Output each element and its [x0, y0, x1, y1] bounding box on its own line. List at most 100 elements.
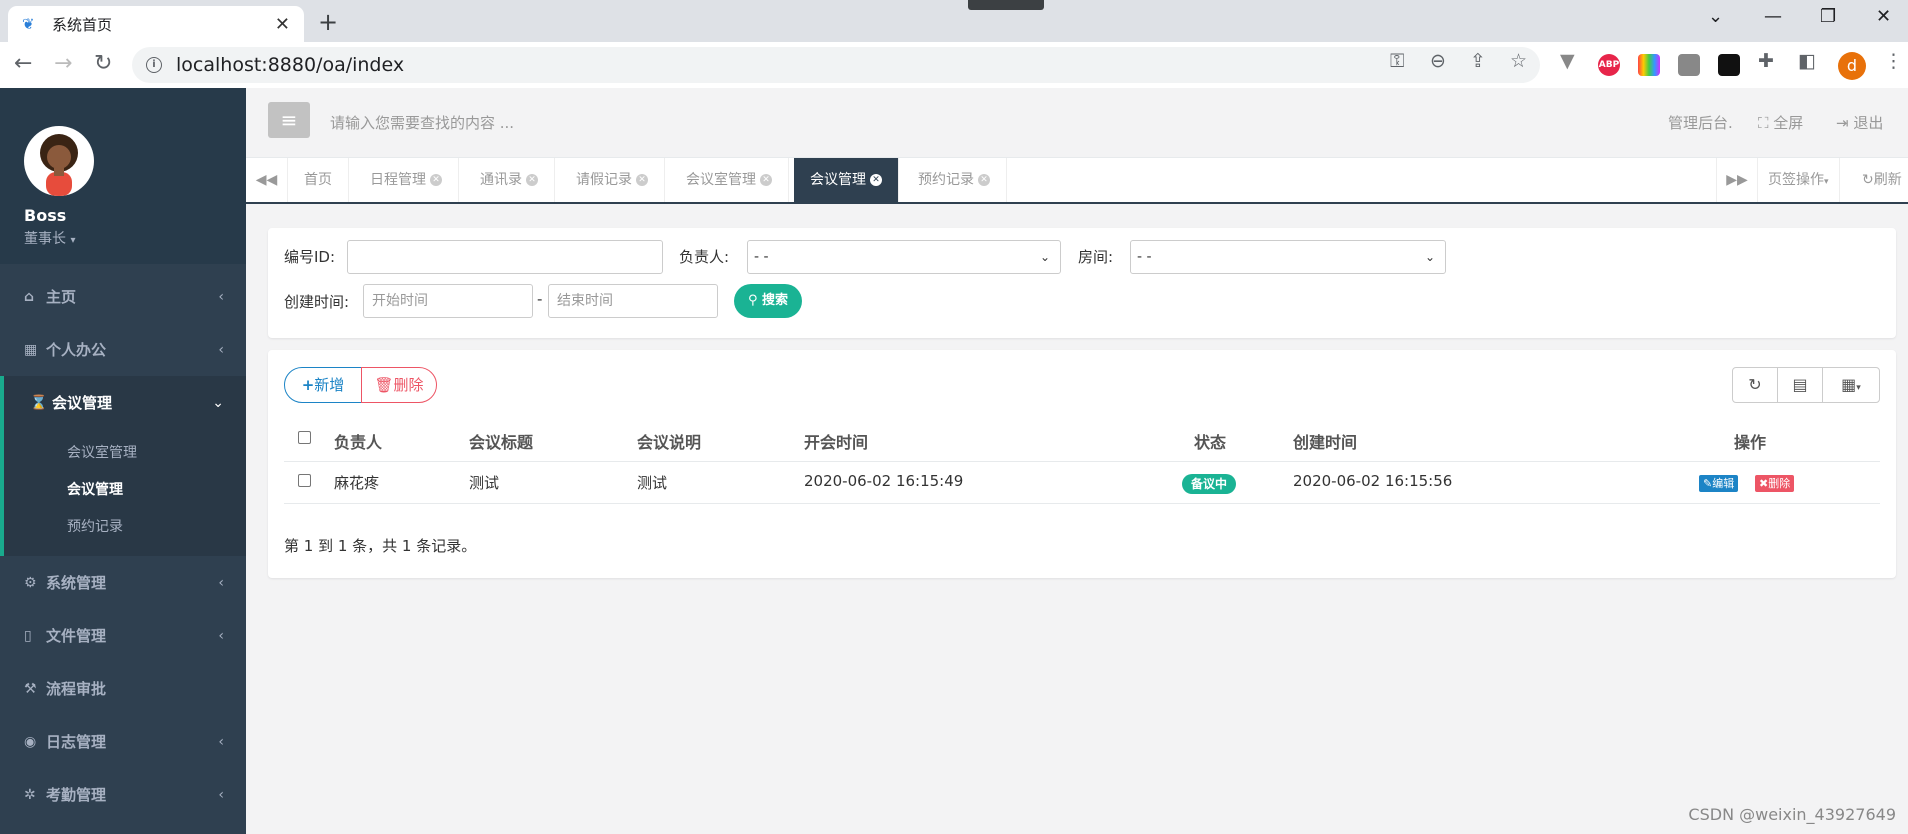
owner-label: 负责人:: [679, 248, 730, 266]
address-bar[interactable]: i localhost:8880/oa/index: [132, 47, 1540, 83]
back-icon[interactable]: ←: [14, 51, 32, 76]
chevron-left-icon: ‹: [218, 786, 224, 803]
tab-booking[interactable]: 预约记录 ✕: [902, 158, 1007, 202]
tab-close-icon[interactable]: ✕: [430, 174, 442, 186]
tab-close-icon[interactable]: ✕: [636, 174, 648, 186]
table-refresh-button[interactable]: ↻: [1732, 367, 1778, 403]
room-select[interactable]: - - ⌄: [1130, 240, 1446, 274]
col-title[interactable]: 会议标题: [469, 429, 533, 453]
sidebar-item-system[interactable]: ⚙ 系统管理 ‹: [0, 556, 246, 609]
tab-refresh-label: 刷新: [1873, 172, 1902, 188]
reload-icon[interactable]: ↻: [94, 51, 112, 76]
global-search-input[interactable]: 请输入您需要查找的内容 ...: [330, 112, 514, 133]
submenu-item-meeting[interactable]: 会议管理: [4, 472, 246, 509]
extension-dark-icon[interactable]: [1718, 54, 1740, 76]
minimize-icon[interactable]: —: [1764, 6, 1782, 27]
sidebar-item-label: 日志管理: [46, 733, 107, 751]
sidebar-item-logs[interactable]: ◉ 日志管理 ‹: [0, 715, 246, 768]
zoom-icon[interactable]: ⊖: [1430, 50, 1446, 72]
col-desc[interactable]: 会议说明: [637, 429, 701, 453]
forward-icon[interactable]: →: [54, 51, 72, 76]
sidebar-item-home[interactable]: ⌂ 主页 ‹: [0, 270, 246, 323]
submenu-item-room[interactable]: 会议室管理: [4, 435, 246, 472]
columns-button[interactable]: ▦▾: [1822, 367, 1880, 403]
col-status[interactable]: 状态: [1194, 429, 1226, 453]
bookmark-star-icon[interactable]: ☆: [1510, 50, 1527, 72]
tab-close-icon[interactable]: ✕: [978, 174, 990, 186]
tab-schedule[interactable]: 日程管理 ✕: [354, 158, 459, 202]
user-role: 董事长: [24, 231, 66, 247]
toggle-view-button[interactable]: ▤: [1777, 367, 1823, 403]
sidebar-item-label: 个人办公: [46, 341, 107, 359]
tab-meeting[interactable]: 会议管理 ✕: [794, 158, 899, 202]
more-menu-icon[interactable]: ⋮: [1884, 50, 1903, 72]
row-checkbox[interactable]: [298, 474, 311, 487]
col-owner[interactable]: 负责人: [334, 429, 382, 453]
select-all-checkbox[interactable]: [298, 431, 311, 444]
home-icon: ⌂: [24, 288, 35, 305]
puzzle-icon[interactable]: ✚: [1758, 50, 1774, 72]
tab-home[interactable]: 首页: [288, 158, 349, 202]
sidebar-item-meeting[interactable]: ⌛ 会议管理 ⌄: [0, 376, 246, 429]
add-button-label: 新增: [314, 376, 345, 394]
user-name: Boss: [24, 206, 67, 225]
tab-close-icon[interactable]: ✕: [526, 174, 538, 186]
header-divider: [284, 461, 1880, 462]
menu-toggle-button[interactable]: ≡: [268, 102, 310, 138]
new-tab-icon[interactable]: +: [318, 8, 338, 36]
tab-contacts[interactable]: 通讯录 ✕: [464, 158, 555, 202]
start-time-input[interactable]: 开始时间: [363, 284, 533, 318]
row-divider: [284, 503, 1880, 504]
sidebar-item-personal[interactable]: ▦ 个人办公 ‹: [0, 323, 246, 376]
sidebar-item-attendance[interactable]: ✲ 考勤管理 ‹: [0, 768, 246, 821]
sidebar-item-approval[interactable]: ⚒ 流程审批: [0, 662, 246, 715]
side-panel-icon[interactable]: ◧: [1798, 50, 1816, 72]
search-button[interactable]: ⚲ 搜索: [734, 284, 802, 318]
col-start[interactable]: 开会时间: [804, 429, 868, 453]
restore-icon[interactable]: ❐: [1820, 6, 1836, 27]
tab-close-icon[interactable]: ✕: [870, 174, 882, 186]
user-role-dropdown[interactable]: 董事长 ▾: [24, 228, 246, 248]
plus-icon: +: [301, 376, 315, 394]
tab-leave[interactable]: 请假记录 ✕: [560, 158, 665, 202]
extension-alert-icon[interactable]: [1678, 54, 1700, 76]
sidebar-item-label: 考勤管理: [46, 786, 107, 804]
admin-link[interactable]: 管理后台.: [1668, 112, 1733, 133]
end-time-input[interactable]: 结束时间: [548, 284, 718, 318]
submenu-item-booking[interactable]: 预约记录: [4, 509, 246, 546]
id-input[interactable]: [347, 240, 663, 274]
avatar[interactable]: [24, 126, 94, 196]
cell-start: 2020-06-02 16:15:49: [804, 472, 964, 490]
edit-button[interactable]: ✎编辑: [1699, 475, 1739, 492]
browser-tab[interactable]: ❦ 系统首页 ✕: [8, 6, 304, 42]
fullscreen-button[interactable]: ⛶ 全屏: [1758, 112, 1803, 133]
close-tab-icon[interactable]: ✕: [275, 14, 290, 35]
logout-button[interactable]: ⇥ 退出: [1836, 112, 1883, 133]
tabs-scroll-left-icon[interactable]: ◀◀: [246, 158, 288, 202]
share-icon[interactable]: ⇪: [1470, 50, 1486, 72]
row-delete-button[interactable]: ✖删除: [1755, 475, 1795, 492]
profile-avatar[interactable]: d: [1838, 52, 1866, 80]
delete-button[interactable]: 🗑删除: [361, 367, 437, 403]
tab-ops-dropdown[interactable]: 页签操作▾: [1758, 158, 1840, 202]
close-window-icon[interactable]: ✕: [1876, 6, 1891, 27]
color-extension-icon[interactable]: [1638, 54, 1660, 76]
add-button[interactable]: +新增: [284, 367, 362, 403]
key-icon[interactable]: ⚿: [1390, 50, 1404, 72]
logout-label: 退出: [1853, 114, 1884, 132]
col-created[interactable]: 创建时间: [1293, 429, 1357, 453]
tab-ops-label: 页签操作: [1768, 172, 1824, 188]
tab-room[interactable]: 会议室管理 ✕: [670, 158, 789, 202]
tab-close-icon[interactable]: ✕: [760, 174, 772, 186]
owner-select[interactable]: - - ⌄: [747, 240, 1061, 274]
sidebar: Boss 董事长 ▾ ⌂ 主页 ‹ ▦ 个人办公 ‹ ⌛ 会议管理 ⌄ 会议室管理 会议管理…: [0, 88, 246, 834]
sidebar-item-files[interactable]: ▯ 文件管理 ‹: [0, 609, 246, 662]
tab-refresh-button[interactable]: ↻刷新: [1854, 158, 1908, 202]
tabs-scroll-right-icon[interactable]: ▶▶: [1716, 158, 1758, 202]
tab-search-icon[interactable]: ⌄: [1708, 6, 1723, 27]
profile-box: Boss 董事长 ▾: [0, 88, 246, 264]
calendar-icon: ▦: [24, 341, 38, 358]
adblock-icon[interactable]: ABP: [1598, 54, 1620, 76]
site-info-icon[interactable]: i: [146, 57, 162, 73]
extension-v-icon[interactable]: ▼: [1560, 50, 1575, 72]
